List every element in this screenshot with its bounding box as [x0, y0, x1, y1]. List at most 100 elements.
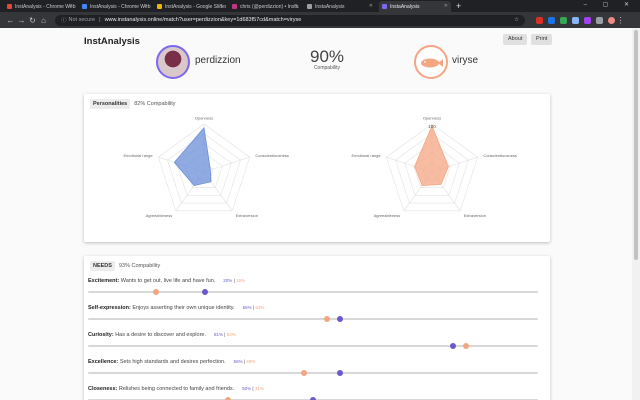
need-desc: Wants to get out, live life and have fun… [120, 278, 216, 284]
profile-avatar-icon[interactable] [608, 16, 615, 24]
tab-close-icon[interactable]: ✕ [144, 3, 148, 9]
need-percent-b: 48% [246, 359, 256, 364]
match-percent-label: Compability [313, 65, 341, 71]
need-text: Closeness: Relishes being connected to f… [88, 386, 543, 392]
need-dot-a[interactable] [337, 316, 343, 322]
user-a-name[interactable]: perdizzion [195, 55, 241, 66]
window-controls[interactable]: – ▢ ✕ [584, 1, 636, 8]
tab-close-icon[interactable]: ✕ [69, 3, 73, 9]
menu-kebab-icon[interactable]: ⋮ [615, 16, 626, 25]
tab-label: chris (@perdizzion) • Insta [240, 3, 299, 10]
need-percents: 50% | 31% [242, 386, 264, 391]
user-b-avatar[interactable] [414, 45, 448, 79]
personalities-compat: 82% Compability [134, 101, 176, 107]
radar-axis-label: Openness [423, 116, 441, 121]
need-name: Excitement: [88, 278, 120, 284]
page-scrollbar[interactable] [632, 28, 640, 400]
tab-close-icon[interactable]: ✕ [294, 3, 298, 9]
tab-label: InstAnalysis - Chrome Web Store [90, 3, 151, 10]
need-dot-b[interactable] [152, 289, 159, 295]
bookmark-star-icon[interactable]: ☆ [514, 17, 519, 23]
browser-tab[interactable]: InstaAnalysis ✕ [304, 1, 376, 12]
tab-close-icon[interactable]: ✕ [219, 3, 223, 9]
need-row: Self-expression: Enjoys asserting their … [88, 305, 543, 322]
radar-axis-label: Extraversion [464, 213, 486, 218]
extension-vue-icon[interactable] [560, 16, 567, 24]
need-desc: Enjoys asserting their own unique identi… [132, 305, 235, 311]
need-percents: 56% | 53% [242, 305, 265, 310]
tab-label: InstaAnalysis [390, 3, 420, 10]
need-percent-b: 53% [255, 305, 265, 310]
need-desc: Relishes being connected to family and f… [118, 386, 235, 392]
forward-icon[interactable]: → [16, 16, 27, 25]
user-b-name[interactable]: viryse [452, 55, 478, 66]
user-a-avatar[interactable] [156, 45, 190, 79]
browser-tab[interactable]: InstAnalysis - Google Slides ✕ [154, 1, 226, 12]
extension-icon[interactable] [548, 16, 555, 24]
need-dot-b[interactable] [463, 343, 469, 349]
address-bar[interactable]: ⓘ Not secure | www.instanalysis.online/m… [55, 14, 525, 26]
need-desc: Sets high standards and desires perfecti… [119, 359, 226, 365]
radar-axis-line [203, 156, 250, 173]
browser-tab[interactable]: InstAnalysis - Chrome Web Store✕ [79, 1, 151, 12]
need-percent-a: 50% [242, 386, 252, 391]
info-icon[interactable]: ⓘ [61, 16, 67, 24]
new-tab-button[interactable]: + [456, 1, 461, 12]
print-button[interactable]: Print [531, 34, 553, 45]
need-percent-b: 15% [235, 278, 245, 283]
need-dot-b[interactable] [301, 370, 307, 376]
need-name: Closeness: [88, 386, 118, 392]
back-icon[interactable]: ← [5, 16, 16, 25]
browser-tab[interactable]: chris (@perdizzion) • Insta ✕ [229, 1, 301, 12]
radar-data-area [173, 126, 212, 187]
tab-label: InstAnalysis - Chrome Web Store [15, 3, 76, 10]
need-percent-b: 84% [226, 332, 236, 337]
needs-card: NEEDS 93% Compability Excitement: Wants … [84, 256, 550, 400]
home-icon[interactable]: ⌂ [38, 16, 49, 25]
need-percents: 20% | 15% [223, 278, 245, 283]
scrollbar-thumb[interactable] [634, 30, 638, 260]
radar-data-area [414, 124, 449, 187]
need-name: Curiosity: [88, 332, 114, 338]
need-text: Excitement: Wants to get out, live life … [88, 278, 543, 284]
browser-toolbar: ← → ↻ ⌂ ⓘ Not secure | www.instanalysis.… [0, 12, 640, 28]
radar-axis-label: Emotional range [124, 153, 154, 158]
need-row: Curiosity: Has a desire to discover and … [88, 332, 543, 349]
need-percents: 56% | 48% [233, 359, 256, 364]
browser-tab[interactable]: InstAnalysis - Chrome Web Store✕ [4, 1, 76, 12]
security-label: Not secure [68, 17, 96, 23]
tab-favicon-icon [82, 4, 87, 9]
need-dot-a[interactable] [337, 370, 343, 376]
radar-tick-label: 100 [428, 124, 436, 129]
need-percent-a: 56% [233, 359, 243, 364]
radar-axis-label: Openness [195, 116, 213, 121]
radar-axis-label: Emotional range [352, 153, 382, 158]
extension-puzzle-icon[interactable] [596, 16, 603, 24]
tab-favicon-icon [307, 4, 312, 9]
need-dot-a[interactable] [202, 289, 208, 295]
reload-icon[interactable]: ↻ [27, 16, 38, 25]
personalities-chip: Personalities [90, 99, 131, 109]
url-text[interactable]: www.instanalysis.online/match?user=perdi… [105, 17, 302, 23]
need-slider-track [88, 316, 538, 322]
radar-axis-label: Conscientiousness [483, 153, 517, 158]
user-a-radar-chart: Openness Conscientiousness Extraversion Agr… [124, 116, 289, 219]
need-row: Excitement: Wants to get out, live life … [88, 278, 543, 295]
user-b-radar-chart: Openness Conscientiousness Extraversion Agr… [352, 116, 517, 219]
need-slider-track [88, 343, 538, 349]
extension-icon[interactable] [584, 16, 591, 24]
need-percent-b: 31% [254, 386, 264, 391]
need-dot-b[interactable] [323, 316, 330, 322]
extension-icon[interactable] [572, 16, 579, 24]
brand-title[interactable]: InstAnalysis [84, 36, 140, 47]
about-button[interactable]: About [503, 34, 528, 45]
need-dot-a[interactable] [449, 343, 456, 349]
tab-close-icon[interactable]: ✕ [369, 3, 373, 9]
tab-favicon-icon [157, 4, 162, 9]
radar-axis-label: Extraversion [236, 213, 258, 218]
tab-favicon-icon [7, 4, 12, 9]
tab-close-icon[interactable]: ✕ [444, 3, 448, 9]
extension-abp-icon[interactable] [536, 16, 543, 24]
browser-tab[interactable]: InstaAnalysis ✕ [379, 1, 451, 12]
need-desc: Has a desire to discover and explore. [115, 332, 207, 338]
